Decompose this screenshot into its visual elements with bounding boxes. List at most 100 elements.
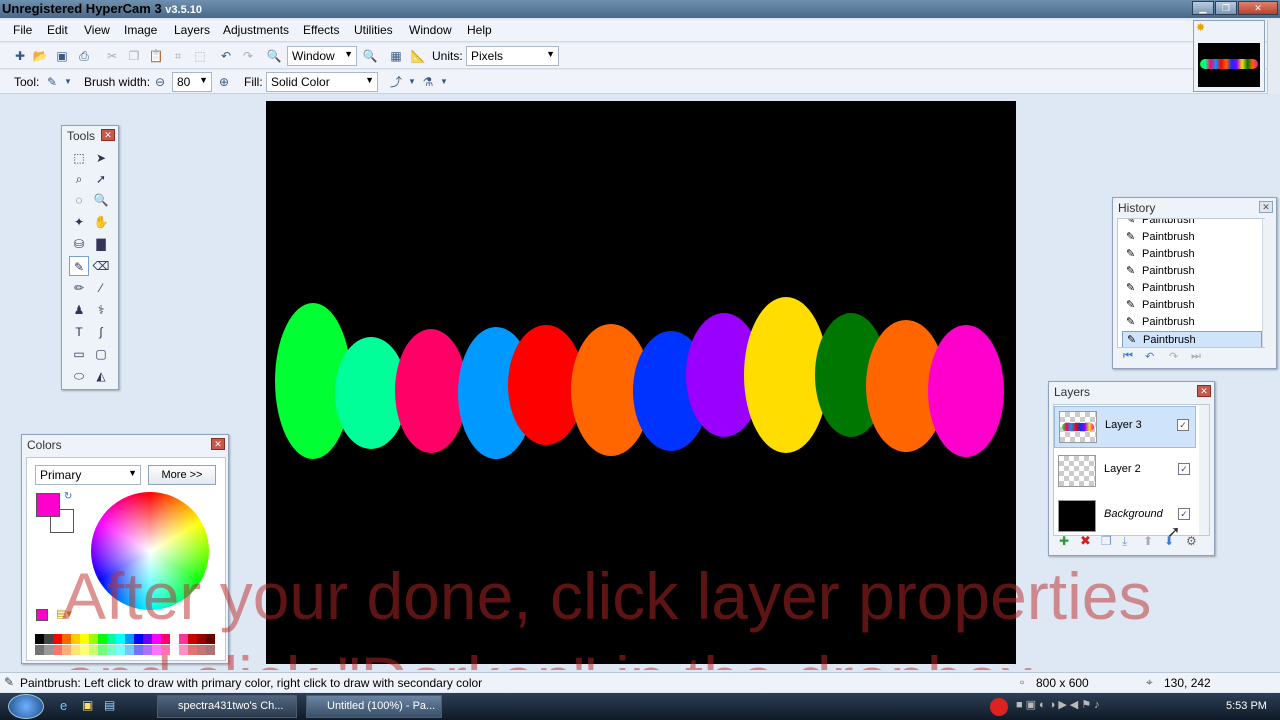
- palette-swatch[interactable]: [134, 634, 143, 644]
- antialias-icon[interactable]: ⤴: [388, 74, 404, 90]
- crop-icon[interactable]: ⌗: [170, 48, 186, 64]
- palette-swatch[interactable]: [53, 634, 62, 644]
- lasso-select-icon[interactable]: ⌕: [69, 169, 89, 189]
- line-curve-icon[interactable]: ∫: [91, 322, 111, 342]
- menu-view[interactable]: View: [84, 23, 110, 37]
- explorer-icon[interactable]: ▣: [82, 698, 93, 712]
- layer-visibility-checkbox[interactable]: ✓: [1178, 508, 1190, 520]
- chevron-down-icon[interactable]: ▼: [436, 74, 452, 90]
- palette-swatch[interactable]: [116, 634, 125, 644]
- layer-row[interactable]: Layer 3 ✓: [1054, 406, 1196, 448]
- menu-adjustments[interactable]: Adjustments: [223, 23, 289, 37]
- zoom-out-icon[interactable]: 🔍: [266, 48, 282, 64]
- paintbrush-icon[interactable]: ✎: [69, 256, 89, 276]
- eraser-icon[interactable]: ⌫: [91, 256, 111, 276]
- zoom-icon[interactable]: 🔍: [91, 190, 111, 210]
- clone-stamp-icon[interactable]: ♟: [69, 300, 89, 320]
- close-icon[interactable]: ✕: [211, 438, 225, 450]
- palette-swatch[interactable]: [89, 634, 98, 644]
- add-layer-icon[interactable]: ✚: [1059, 534, 1069, 548]
- chevron-down-icon[interactable]: ▼: [60, 74, 76, 90]
- scrollbar[interactable]: [1262, 219, 1274, 347]
- palette-swatch[interactable]: [44, 645, 53, 655]
- restore-button[interactable]: ❐: [1215, 1, 1237, 15]
- undo-icon[interactable]: ↶: [218, 48, 234, 64]
- layer-visibility-checkbox[interactable]: ✓: [1178, 463, 1190, 475]
- history-redo-icon[interactable]: ↷: [1169, 350, 1178, 363]
- redo-icon[interactable]: ↷: [240, 48, 256, 64]
- new-icon[interactable]: ✚: [12, 48, 28, 64]
- layer-row[interactable]: Layer 2 ✓: [1054, 451, 1196, 493]
- palette-swatch[interactable]: [62, 634, 71, 644]
- scrollbar[interactable]: [1199, 405, 1209, 535]
- ellipse-select-icon[interactable]: ◌: [69, 190, 89, 210]
- menu-image[interactable]: Image: [124, 23, 157, 37]
- cut-icon[interactable]: ✂: [104, 48, 120, 64]
- menu-window[interactable]: Window: [409, 23, 452, 37]
- palette-swatch[interactable]: [179, 634, 188, 644]
- history-item[interactable]: ✎ Paintbrush: [1122, 263, 1262, 280]
- palette-swatch[interactable]: [44, 634, 53, 644]
- palette-swatch[interactable]: [53, 645, 62, 655]
- layer-properties-icon[interactable]: ⚙: [1186, 534, 1197, 548]
- history-item[interactable]: ✎ Paintbrush: [1122, 219, 1262, 229]
- color-picker-icon[interactable]: ⁄: [91, 278, 111, 298]
- units-select[interactable]: Pixels ▼: [466, 46, 559, 66]
- color-mode-select[interactable]: Primary ▼: [35, 465, 141, 485]
- primary-color-swatch[interactable]: [36, 493, 60, 517]
- ellipse-icon[interactable]: ⬭: [69, 366, 89, 386]
- palette-swatch[interactable]: [80, 634, 89, 644]
- gradient-icon[interactable]: ▇: [91, 234, 111, 254]
- start-button[interactable]: [8, 694, 44, 719]
- blend-mode-icon[interactable]: ⚗: [420, 74, 436, 90]
- fill-select[interactable]: Solid Color ▼: [266, 72, 378, 92]
- browser-icon[interactable]: e: [60, 698, 67, 713]
- save-icon[interactable]: ▣: [54, 48, 70, 64]
- menu-utilities[interactable]: Utilities: [354, 23, 393, 37]
- paintbrush-tool-icon[interactable]: ✎: [44, 74, 60, 90]
- menu-layers[interactable]: Layers: [174, 23, 210, 37]
- scrollbar[interactable]: [1267, 20, 1280, 94]
- paint-bucket-icon[interactable]: ⛁: [69, 234, 89, 254]
- history-item[interactable]: ✎ Paintbrush: [1122, 297, 1262, 314]
- rectangle-select-icon[interactable]: ⬚: [69, 148, 89, 168]
- menu-file[interactable]: File: [13, 23, 32, 37]
- deselect-icon[interactable]: ⬚: [192, 48, 208, 64]
- zoom-select[interactable]: Window ▼: [287, 46, 357, 66]
- menu-edit[interactable]: Edit: [47, 23, 68, 37]
- magic-wand-icon[interactable]: ✦: [69, 212, 89, 232]
- taskbar-chrome-window[interactable]: spectra431two's Ch...: [157, 695, 297, 718]
- pencil-icon[interactable]: ✏: [69, 278, 89, 298]
- decrease-width-icon[interactable]: ⊖: [152, 74, 168, 90]
- taskbar-paint-window[interactable]: Untitled (100%) - Pa...: [306, 695, 442, 718]
- palette-swatch[interactable]: [125, 634, 134, 644]
- palette-swatch[interactable]: [143, 634, 152, 644]
- freeform-shape-icon[interactable]: ◭: [91, 366, 111, 386]
- open-icon[interactable]: 📂: [32, 48, 48, 64]
- layer-visibility-checkbox[interactable]: ✓: [1177, 419, 1189, 431]
- history-item[interactable]: ✎ Paintbrush: [1122, 314, 1262, 331]
- swap-colors-icon[interactable]: ↻: [64, 491, 72, 502]
- palette-swatch[interactable]: [35, 634, 44, 644]
- increase-width-icon[interactable]: ⊕: [216, 74, 232, 90]
- paste-icon[interactable]: 📋: [148, 48, 164, 64]
- duplicate-layer-icon[interactable]: ❐: [1101, 534, 1112, 548]
- close-icon[interactable]: ✕: [101, 129, 115, 141]
- desktop-icon[interactable]: ▤: [104, 698, 115, 712]
- palette-swatch[interactable]: [152, 634, 161, 644]
- palette-swatch[interactable]: [98, 634, 107, 644]
- palette-swatch[interactable]: [35, 645, 44, 655]
- brush-width-input[interactable]: 80 ▼: [172, 72, 212, 92]
- delete-layer-icon[interactable]: ✖: [1080, 533, 1091, 549]
- minimize-button[interactable]: ▁: [1192, 1, 1214, 15]
- chevron-down-icon[interactable]: ▼: [404, 74, 420, 90]
- history-item[interactable]: ✎ Paintbrush: [1122, 246, 1262, 263]
- palette-swatch[interactable]: [170, 634, 179, 644]
- copy-icon[interactable]: ❐: [126, 48, 142, 64]
- rectangle-icon[interactable]: ▭: [69, 344, 89, 364]
- image-thumbnail-tab[interactable]: ✸: [1193, 20, 1265, 92]
- move-layer-up-icon[interactable]: ⬆: [1143, 534, 1153, 548]
- menu-help[interactable]: Help: [467, 23, 492, 37]
- print-icon[interactable]: ⎙: [76, 48, 92, 64]
- close-icon[interactable]: ✕: [1259, 201, 1273, 213]
